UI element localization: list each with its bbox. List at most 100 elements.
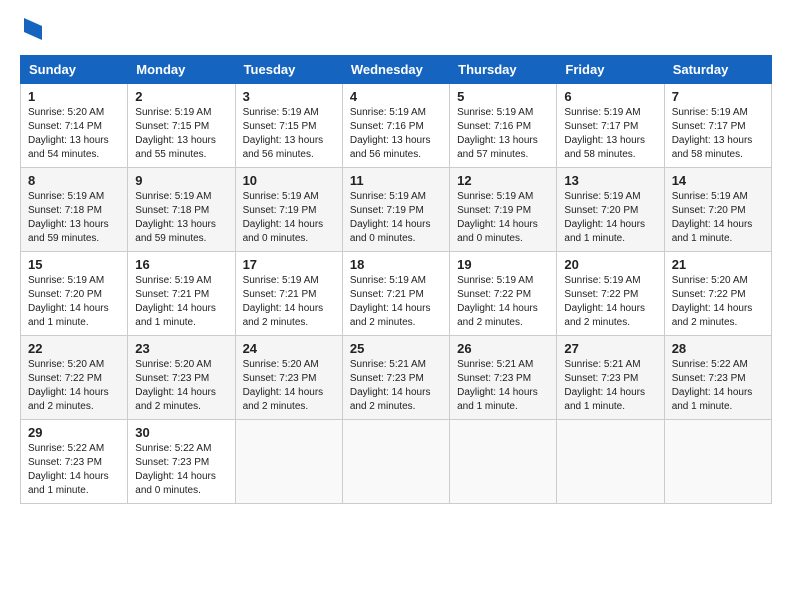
calendar-cell bbox=[450, 420, 557, 504]
page: SundayMondayTuesdayWednesdayThursdayFrid… bbox=[0, 0, 792, 612]
calendar-cell: 14Sunrise: 5:19 AMSunset: 7:20 PMDayligh… bbox=[664, 168, 771, 252]
day-number: 5 bbox=[457, 89, 549, 104]
day-info: Sunrise: 5:19 AMSunset: 7:22 PMDaylight:… bbox=[457, 274, 549, 330]
calendar-cell: 15 Sunrise: 5:19 AMSunset: 7:20 PMDayligh… bbox=[21, 252, 128, 336]
calendar-table: SundayMondayTuesdayWednesdayThursdayFrid… bbox=[20, 55, 772, 504]
day-info: Sunrise: 5:22 AMSunset: 7:23 PMDaylight:… bbox=[28, 442, 120, 498]
day-info: Sunrise: 5:22 AMSunset: 7:23 PMDaylight:… bbox=[672, 358, 764, 414]
day-info: Sunrise: 5:19 AMSunset: 7:15 PMDaylight:… bbox=[135, 106, 227, 162]
calendar-cell: 23 Sunrise: 5:20 AMSunset: 7:23 PMDayligh… bbox=[128, 336, 235, 420]
day-info: Sunrise: 5:20 AMSunset: 7:22 PMDaylight:… bbox=[28, 358, 120, 414]
header bbox=[20, 16, 772, 45]
calendar-cell: 10 Sunrise: 5:19 AMSunset: 7:19 PMDayligh… bbox=[235, 168, 342, 252]
day-number: 16 bbox=[135, 257, 227, 272]
day-number: 13 bbox=[564, 173, 656, 188]
day-info: Sunrise: 5:19 AMSunset: 7:18 PMDaylight:… bbox=[135, 190, 227, 246]
calendar-cell: 5 Sunrise: 5:19 AMSunset: 7:16 PMDaylight… bbox=[450, 84, 557, 168]
day-number: 14 bbox=[672, 173, 764, 188]
calendar-cell: 11Sunrise: 5:19 AMSunset: 7:19 PMDayligh… bbox=[342, 168, 449, 252]
calendar-cell: 2 Sunrise: 5:19 AMSunset: 7:15 PMDaylight… bbox=[128, 84, 235, 168]
day-number: 29 bbox=[28, 425, 120, 440]
day-number: 11 bbox=[350, 173, 442, 188]
day-number: 7 bbox=[672, 89, 764, 104]
calendar-week-row: 22 Sunrise: 5:20 AMSunset: 7:22 PMDayligh… bbox=[21, 336, 772, 420]
logo-arrow-icon bbox=[24, 18, 42, 45]
day-info: Sunrise: 5:21 AMSunset: 7:23 PMDaylight:… bbox=[564, 358, 656, 414]
day-info: Sunrise: 5:19 AMSunset: 7:16 PMDaylight:… bbox=[350, 106, 442, 162]
calendar-cell: 17 Sunrise: 5:19 AMSunset: 7:21 PMDayligh… bbox=[235, 252, 342, 336]
calendar-cell: 30 Sunrise: 5:22 AMSunset: 7:23 PMDayligh… bbox=[128, 420, 235, 504]
day-info: Sunrise: 5:20 AMSunset: 7:23 PMDaylight:… bbox=[135, 358, 227, 414]
day-number: 30 bbox=[135, 425, 227, 440]
day-number: 3 bbox=[243, 89, 335, 104]
day-info: Sunrise: 5:20 AMSunset: 7:14 PMDaylight:… bbox=[28, 106, 120, 162]
day-number: 9 bbox=[135, 173, 227, 188]
calendar-cell: 26 Sunrise: 5:21 AMSunset: 7:23 PMDayligh… bbox=[450, 336, 557, 420]
day-info: Sunrise: 5:19 AMSunset: 7:19 PMDaylight:… bbox=[243, 190, 335, 246]
calendar-cell: 7Sunrise: 5:19 AMSunset: 7:17 PMDaylight… bbox=[664, 84, 771, 168]
calendar-cell: 12 Sunrise: 5:19 AMSunset: 7:19 PMDayligh… bbox=[450, 168, 557, 252]
day-info: Sunrise: 5:21 AMSunset: 7:23 PMDaylight:… bbox=[457, 358, 549, 414]
calendar-cell: 9 Sunrise: 5:19 AMSunset: 7:18 PMDaylight… bbox=[128, 168, 235, 252]
calendar-week-row: 8 Sunrise: 5:19 AMSunset: 7:18 PMDaylight… bbox=[21, 168, 772, 252]
calendar-cell: 20Sunrise: 5:19 AMSunset: 7:22 PMDayligh… bbox=[557, 252, 664, 336]
day-number: 8 bbox=[28, 173, 120, 188]
day-number: 10 bbox=[243, 173, 335, 188]
calendar-cell: 22 Sunrise: 5:20 AMSunset: 7:22 PMDayligh… bbox=[21, 336, 128, 420]
day-info: Sunrise: 5:19 AMSunset: 7:21 PMDaylight:… bbox=[243, 274, 335, 330]
calendar-cell bbox=[342, 420, 449, 504]
day-number: 2 bbox=[135, 89, 227, 104]
day-number: 23 bbox=[135, 341, 227, 356]
calendar-cell: 6 Sunrise: 5:19 AMSunset: 7:17 PMDaylight… bbox=[557, 84, 664, 168]
day-number: 27 bbox=[564, 341, 656, 356]
calendar-week-row: 29 Sunrise: 5:22 AMSunset: 7:23 PMDayligh… bbox=[21, 420, 772, 504]
day-info: Sunrise: 5:19 AMSunset: 7:22 PMDaylight:… bbox=[564, 274, 656, 330]
day-info: Sunrise: 5:19 AMSunset: 7:19 PMDaylight:… bbox=[457, 190, 549, 246]
day-info: Sunrise: 5:19 AMSunset: 7:20 PMDaylight:… bbox=[564, 190, 656, 246]
calendar-cell: 4 Sunrise: 5:19 AMSunset: 7:16 PMDaylight… bbox=[342, 84, 449, 168]
calendar-cell: 8 Sunrise: 5:19 AMSunset: 7:18 PMDaylight… bbox=[21, 168, 128, 252]
day-number: 26 bbox=[457, 341, 549, 356]
day-number: 22 bbox=[28, 341, 120, 356]
calendar-cell: 3 Sunrise: 5:19 AMSunset: 7:15 PMDaylight… bbox=[235, 84, 342, 168]
calendar-day-header: Saturday bbox=[664, 56, 771, 84]
day-number: 21 bbox=[672, 257, 764, 272]
calendar-day-header: Thursday bbox=[450, 56, 557, 84]
day-info: Sunrise: 5:20 AMSunset: 7:23 PMDaylight:… bbox=[243, 358, 335, 414]
day-number: 6 bbox=[564, 89, 656, 104]
day-info: Sunrise: 5:19 AMSunset: 7:17 PMDaylight:… bbox=[564, 106, 656, 162]
day-number: 15 bbox=[28, 257, 120, 272]
logo bbox=[20, 16, 42, 45]
day-info: Sunrise: 5:20 AMSunset: 7:22 PMDaylight:… bbox=[672, 274, 764, 330]
calendar-day-header: Tuesday bbox=[235, 56, 342, 84]
day-info: Sunrise: 5:22 AMSunset: 7:23 PMDaylight:… bbox=[135, 442, 227, 498]
calendar-cell bbox=[557, 420, 664, 504]
calendar-cell: 21 Sunrise: 5:20 AMSunset: 7:22 PMDayligh… bbox=[664, 252, 771, 336]
day-info: Sunrise: 5:19 AMSunset: 7:21 PMDaylight:… bbox=[350, 274, 442, 330]
calendar-cell: 28 Sunrise: 5:22 AMSunset: 7:23 PMDayligh… bbox=[664, 336, 771, 420]
calendar-week-row: 15 Sunrise: 5:19 AMSunset: 7:20 PMDayligh… bbox=[21, 252, 772, 336]
day-number: 28 bbox=[672, 341, 764, 356]
day-number: 4 bbox=[350, 89, 442, 104]
calendar-cell: 1Sunrise: 5:20 AMSunset: 7:14 PMDaylight… bbox=[21, 84, 128, 168]
calendar-day-header: Sunday bbox=[21, 56, 128, 84]
calendar-cell: 13 Sunrise: 5:19 AMSunset: 7:20 PMDayligh… bbox=[557, 168, 664, 252]
calendar-week-row: 1Sunrise: 5:20 AMSunset: 7:14 PMDaylight… bbox=[21, 84, 772, 168]
day-info: Sunrise: 5:19 AMSunset: 7:15 PMDaylight:… bbox=[243, 106, 335, 162]
day-number: 19 bbox=[457, 257, 549, 272]
calendar-cell: 16 Sunrise: 5:19 AMSunset: 7:21 PMDayligh… bbox=[128, 252, 235, 336]
day-info: Sunrise: 5:19 AMSunset: 7:20 PMDaylight:… bbox=[28, 274, 120, 330]
day-info: Sunrise: 5:21 AMSunset: 7:23 PMDaylight:… bbox=[350, 358, 442, 414]
calendar-day-header: Wednesday bbox=[342, 56, 449, 84]
calendar-cell: 29 Sunrise: 5:22 AMSunset: 7:23 PMDayligh… bbox=[21, 420, 128, 504]
day-number: 12 bbox=[457, 173, 549, 188]
calendar-cell: 18Sunrise: 5:19 AMSunset: 7:21 PMDayligh… bbox=[342, 252, 449, 336]
day-number: 24 bbox=[243, 341, 335, 356]
calendar-cell bbox=[235, 420, 342, 504]
calendar-day-header: Monday bbox=[128, 56, 235, 84]
day-number: 17 bbox=[243, 257, 335, 272]
day-info: Sunrise: 5:19 AMSunset: 7:21 PMDaylight:… bbox=[135, 274, 227, 330]
day-info: Sunrise: 5:19 AMSunset: 7:16 PMDaylight:… bbox=[457, 106, 549, 162]
day-info: Sunrise: 5:19 AMSunset: 7:18 PMDaylight:… bbox=[28, 190, 120, 246]
day-number: 25 bbox=[350, 341, 442, 356]
